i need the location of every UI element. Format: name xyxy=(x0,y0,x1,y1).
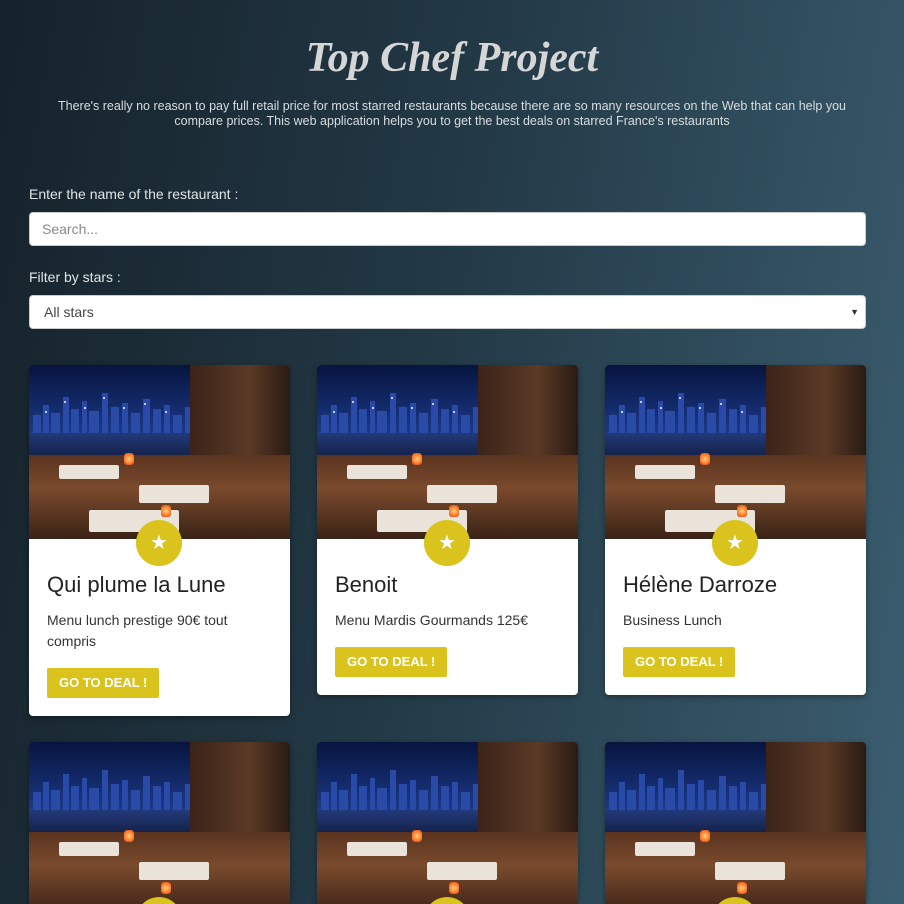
restaurant-deal-description: Business Lunch xyxy=(623,612,722,628)
restaurant-deal-description: Menu Mardis Gourmands 125€ xyxy=(335,612,528,628)
stars-filter-select[interactable]: All stars ▼ xyxy=(29,295,866,329)
restaurant-card: ★ xyxy=(317,742,578,904)
filter-label: Filter by stars : xyxy=(29,269,121,285)
restaurant-card: ★ Benoit Menu Mardis Gourmands 125€ GO T… xyxy=(317,365,578,695)
restaurant-name: Hélène Darroze xyxy=(623,572,778,597)
restaurant-photo xyxy=(605,365,866,539)
restaurant-photo xyxy=(29,365,290,539)
go-to-deal-button[interactable]: GO TO DEAL ! xyxy=(623,647,736,677)
restaurant-name: Qui plume la Lune xyxy=(47,572,226,597)
dropdown-arrow-icon: ▼ xyxy=(850,307,859,317)
restaurant-card: ★ Hélène Darroze Business Lunch GO TO DE… xyxy=(605,365,866,695)
restaurant-deal-description: Menu lunch prestige 90€ tout compris xyxy=(47,612,228,649)
go-to-deal-button[interactable]: GO TO DEAL ! xyxy=(335,647,448,677)
page-title: Top Chef Project xyxy=(305,35,599,81)
search-input[interactable] xyxy=(29,212,866,246)
go-to-deal-button[interactable]: GO TO DEAL ! xyxy=(47,668,160,698)
restaurant-card: ★ xyxy=(605,742,866,904)
restaurant-photo xyxy=(29,742,290,904)
stars-filter-value: All stars xyxy=(44,304,94,320)
restaurant-photo xyxy=(317,365,578,539)
star-icon: ★ xyxy=(136,520,182,566)
restaurant-name: Benoit xyxy=(335,572,398,597)
restaurant-card: ★ xyxy=(29,742,290,904)
search-label: Enter the name of the restaurant : xyxy=(29,186,239,202)
star-icon: ★ xyxy=(424,520,470,566)
restaurant-card: ★ Qui plume la Lune Menu lunch prestige … xyxy=(29,365,290,716)
restaurant-photo xyxy=(605,742,866,904)
page-tagline: There's really no reason to pay full ret… xyxy=(40,99,864,129)
tagline-line-1: There's really no reason to pay full ret… xyxy=(58,99,846,113)
restaurant-photo xyxy=(317,742,578,904)
star-icon: ★ xyxy=(712,520,758,566)
tagline-line-2: compare prices. This web application hel… xyxy=(174,114,730,128)
